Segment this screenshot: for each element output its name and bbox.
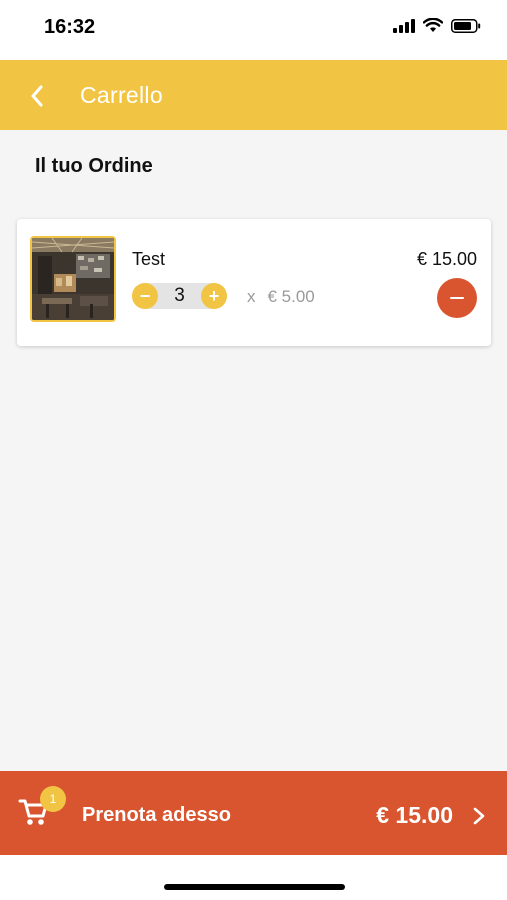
- signal-icon: [393, 18, 415, 33]
- quantity-stepper: − 3 +: [132, 283, 227, 309]
- battery-icon: [451, 18, 481, 33]
- multiply-sign: x: [247, 287, 256, 306]
- checkout-total: € 15.00: [376, 802, 453, 828]
- cart-item-card: Test € 15.00 − 3 + x € 5.00: [17, 219, 491, 346]
- item-name: Test: [132, 249, 166, 269]
- chevron-left-icon: [31, 85, 43, 107]
- app-header: Carrello: [0, 60, 507, 130]
- status-bar: 16:32: [0, 0, 507, 60]
- section-title: Il tuo Ordine: [35, 155, 153, 177]
- increase-quantity-button[interactable]: +: [201, 283, 227, 309]
- chevron-right-icon: [473, 807, 485, 825]
- page-title: Carrello: [80, 82, 163, 108]
- product-image: [32, 238, 114, 320]
- item-total-price: € 15.00: [416, 249, 477, 269]
- wifi-icon: [423, 18, 443, 32]
- status-time: 16:32: [44, 16, 96, 38]
- checkout-label: Prenota adesso: [82, 804, 231, 826]
- unit-price: x € 5.00: [247, 287, 315, 307]
- plus-icon: +: [208, 285, 220, 306]
- remove-item-button[interactable]: [437, 278, 477, 318]
- unit-price-value: € 5.00: [267, 287, 315, 306]
- checkout-button[interactable]: 1 Prenota adesso € 15.00: [0, 771, 507, 855]
- home-indicator[interactable]: [164, 884, 345, 890]
- product-thumbnail: [30, 236, 116, 322]
- back-button[interactable]: [22, 82, 52, 110]
- home-indicator-area: [0, 855, 507, 900]
- remove-icon: [450, 297, 464, 299]
- status-icons: [393, 18, 481, 33]
- cart-count-badge: 1: [40, 786, 66, 812]
